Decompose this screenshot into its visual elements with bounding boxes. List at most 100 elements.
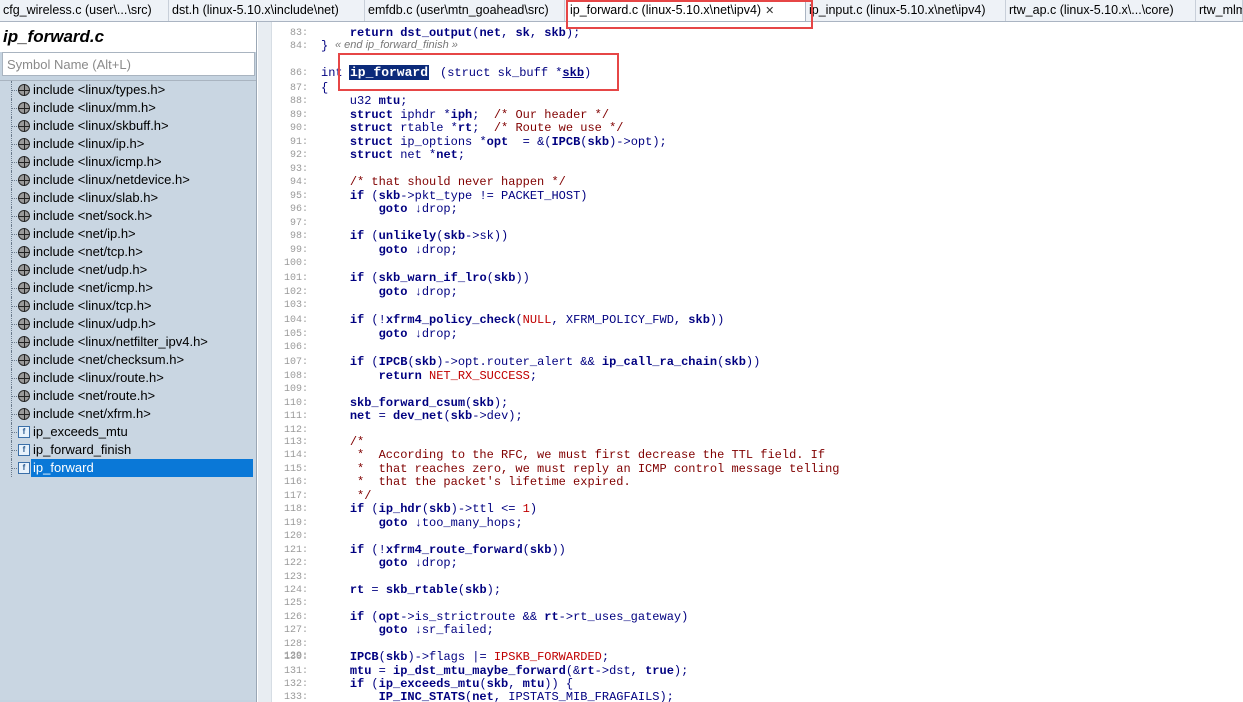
code-editor[interactable]: 83: return dst_output(net, sk, skb); 84:}… — [258, 22, 1243, 702]
line-number: 118: — [283, 504, 308, 515]
symbol-item[interactable]: include <linux/types.h> — [0, 81, 256, 99]
tab-6[interactable]: rtw_mlm — [1196, 0, 1243, 21]
include-icon — [18, 390, 30, 402]
editor-margin — [258, 22, 272, 702]
line-number: 130: — [283, 652, 308, 663]
symbol-item-label: include <linux/mm.h> — [33, 100, 156, 115]
line-number: 111: — [283, 411, 308, 422]
include-icon — [18, 192, 30, 204]
symbol-item[interactable]: include <linux/mm.h> — [0, 99, 256, 117]
close-icon[interactable]: ✕ — [765, 5, 774, 17]
symbol-item[interactable]: include <linux/route.h> — [0, 369, 256, 387]
code-line: goto ↓drop; — [378, 243, 458, 257]
symbol-item-label: include <linux/types.h> — [33, 82, 166, 97]
function-icon: f — [18, 444, 30, 456]
symbol-item[interactable]: include <net/checksum.h> — [0, 351, 256, 369]
line-number: 113: — [283, 437, 308, 448]
tab-label: cfg_wireless.c (user\...\src) — [3, 3, 152, 17]
code-line: goto ↓drop; — [378, 327, 458, 341]
include-icon — [18, 138, 30, 150]
code-line-signature-params: (struct sk_buff *skb) — [440, 66, 592, 80]
line-number: 101: — [283, 273, 308, 284]
end-function-note: « end ip_forward_finish » — [335, 39, 458, 51]
function-icon: f — [18, 426, 30, 438]
include-icon — [18, 408, 30, 420]
symbol-list: include <linux/types.h> include <linux/mm… — [0, 80, 256, 700]
line-number: 86: — [289, 68, 308, 79]
include-icon — [18, 264, 30, 276]
tab-0[interactable]: cfg_wireless.c (user\...\src) — [0, 0, 169, 21]
line-number: 131: — [283, 666, 308, 677]
symbol-item[interactable]: include <net/ip.h> — [0, 225, 256, 243]
symbol-item-label: include <net/sock.h> — [33, 208, 153, 223]
line-number: 89: — [289, 110, 308, 121]
code-area[interactable]: 83: return dst_output(net, sk, skb); 84:}… — [272, 22, 1243, 702]
selected-function-name[interactable]: ip_forward — [349, 65, 430, 80]
symbol-item-label: include <net/route.h> — [33, 388, 156, 403]
tab-2[interactable]: emfdb.c (user\mtn_goahead\src) — [365, 0, 565, 21]
line-number: 119: — [283, 518, 308, 529]
symbol-item-label: include <linux/tcp.h> — [33, 298, 152, 313]
tab-1[interactable]: dst.h (linux-5.10.x\include\net) — [169, 0, 365, 21]
tab-label: dst.h (linux-5.10.x\include\net) — [172, 3, 339, 17]
code-line: * According to the RFC, we must first de… — [321, 448, 826, 462]
line-number: 84: — [289, 41, 308, 52]
symbol-item[interactable]: f ip_forward_finish — [0, 441, 256, 459]
code-line: rt = skb_rtable(skb); — [349, 583, 502, 597]
symbol-item[interactable]: include <linux/icmp.h> — [0, 153, 256, 171]
tab-3[interactable]: ip_forward.c (linux-5.10.x\net\ipv4) ✕ — [566, 0, 806, 21]
include-icon — [18, 372, 30, 384]
line-number: 88: — [289, 96, 308, 107]
symbol-item[interactable]: include <net/xfrm.h> — [0, 405, 256, 423]
include-icon — [18, 228, 30, 240]
symbol-item[interactable]: include <linux/tcp.h> — [0, 297, 256, 315]
tab-label: emfdb.c (user\mtn_goahead\src) — [368, 3, 549, 17]
symbol-item-label: include <linux/udp.h> — [33, 316, 156, 331]
line-number: 100: — [283, 258, 308, 269]
symbol-item-label: include <net/icmp.h> — [33, 280, 153, 295]
symbol-item-label: include <linux/netdevice.h> — [33, 172, 190, 187]
symbol-item[interactable]: include <net/icmp.h> — [0, 279, 256, 297]
line-number: 108: — [283, 371, 308, 382]
symbol-item[interactable]: include <linux/slab.h> — [0, 189, 256, 207]
tab-4[interactable]: ip_input.c (linux-5.10.x\net\ipv4) — [806, 0, 1006, 21]
code-line: u32 mtu; — [321, 94, 408, 108]
code-line: if (ip_hdr(skb)->ttl <= 1) — [349, 502, 538, 516]
symbol-item[interactable]: include <net/tcp.h> — [0, 243, 256, 261]
symbol-item[interactable]: include <net/sock.h> — [0, 207, 256, 225]
tab-5[interactable]: rtw_ap.c (linux-5.10.x\...\core) — [1006, 0, 1196, 21]
symbol-item[interactable]: include <linux/netfilter_ipv4.h> — [0, 333, 256, 351]
symbol-item[interactable]: f ip_exceeds_mtu — [0, 423, 256, 441]
symbol-item[interactable]: include <linux/ip.h> — [0, 135, 256, 153]
line-number: 90: — [289, 123, 308, 134]
include-icon — [18, 336, 30, 348]
symbol-item[interactable]: include <linux/udp.h> — [0, 315, 256, 333]
symbol-item[interactable]: f ip_forward — [0, 459, 256, 477]
symbol-item[interactable]: include <net/route.h> — [0, 387, 256, 405]
code-line: return NET_RX_SUCCESS; — [378, 369, 538, 383]
symbol-item-label: include <linux/skbuff.h> — [33, 118, 169, 133]
symbol-item-label: include <linux/slab.h> — [33, 190, 159, 205]
code-line: goto ↓drop; — [378, 285, 458, 299]
tab-label: rtw_mlm — [1199, 3, 1243, 17]
tab-label: ip_input.c (linux-5.10.x\net\ipv4) — [809, 3, 986, 17]
code-line: goto ↓sr_failed; — [378, 623, 494, 637]
code-line: if (skb_warn_if_lro(skb)) — [349, 271, 530, 285]
line-number: 115: — [283, 464, 308, 475]
include-icon — [18, 120, 30, 132]
line-number: 106: — [283, 342, 308, 353]
tab-label: rtw_ap.c (linux-5.10.x\...\core) — [1009, 3, 1174, 17]
symbol-item[interactable]: include <net/udp.h> — [0, 261, 256, 279]
line-number: 122: — [283, 558, 308, 569]
symbol-item[interactable]: include <linux/skbuff.h> — [0, 117, 256, 135]
symbol-item[interactable]: include <linux/netdevice.h> — [0, 171, 256, 189]
line-number: 103: — [283, 300, 308, 311]
symbol-item-label: include <linux/icmp.h> — [33, 154, 162, 169]
line-number: 121: — [283, 545, 308, 556]
code-line: if (!xfrm4_policy_check(NULL, XFRM_POLIC… — [349, 313, 725, 327]
symbol-item-label: include <net/udp.h> — [33, 262, 148, 277]
code-line: if (IPCB(skb)->opt.router_alert && ip_ca… — [349, 355, 761, 369]
symbol-panel: ip_forward.c include <linux/types.h>incl… — [0, 22, 257, 702]
symbol-search-input[interactable] — [2, 52, 255, 76]
symbol-item-label: include <net/tcp.h> — [33, 244, 143, 259]
